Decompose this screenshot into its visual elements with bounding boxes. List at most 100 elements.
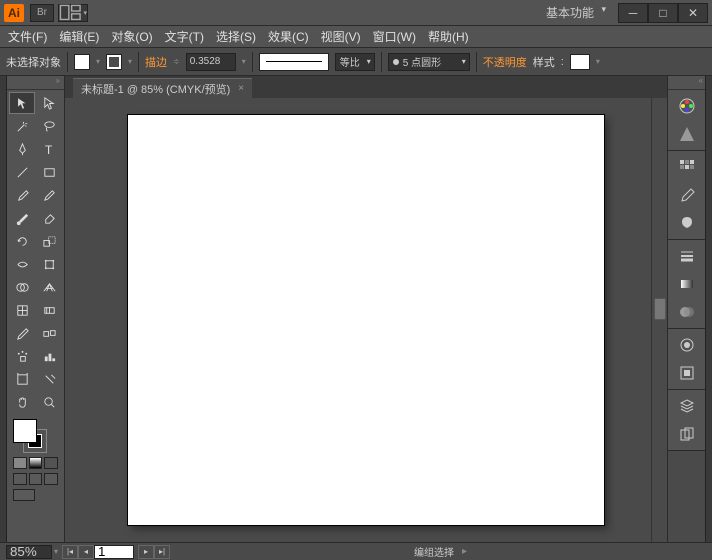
- prev-artboard-button[interactable]: ◂: [78, 545, 94, 559]
- zoom-input[interactable]: [6, 545, 52, 559]
- artboard-tool[interactable]: [9, 368, 35, 390]
- menubar: 文件(F) 编辑(E) 对象(O) 文字(T) 选择(S) 效果(C) 视图(V…: [0, 26, 712, 48]
- bridge-button[interactable]: Br: [30, 4, 54, 22]
- eyedropper-tool[interactable]: [9, 322, 35, 344]
- hand-tool[interactable]: [9, 391, 35, 413]
- menu-help[interactable]: 帮助(H): [428, 28, 469, 45]
- stroke-profile-preview[interactable]: [259, 53, 329, 71]
- slice-tool[interactable]: [36, 368, 62, 390]
- width-tool[interactable]: [9, 253, 35, 275]
- minimize-button[interactable]: ─: [618, 3, 648, 23]
- fill-swatch[interactable]: [74, 54, 90, 70]
- color-mode-btn[interactable]: [13, 457, 27, 469]
- draw-inside-btn[interactable]: [44, 473, 58, 485]
- symbol-sprayer-tool[interactable]: [9, 345, 35, 367]
- arrange-docs-button[interactable]: ▾: [58, 4, 88, 22]
- control-bar: 未选择对象 ▾ ▾ 描边 ≑ ▾ 等比 5 点圆形 不透明度 样式: ▾: [0, 48, 712, 76]
- none-mode-btn[interactable]: [44, 457, 58, 469]
- pencil-tool[interactable]: [36, 184, 62, 206]
- stroke-swatch[interactable]: [106, 54, 122, 70]
- style-label: 样式: [533, 54, 555, 70]
- appearance-panel-icon[interactable]: [670, 331, 704, 359]
- draw-normal-btn[interactable]: [13, 473, 27, 485]
- stroke-panel-icon[interactable]: [670, 242, 704, 270]
- artboard-number-input[interactable]: [94, 545, 134, 559]
- column-graph-tool[interactable]: [36, 345, 62, 367]
- transparency-panel-icon[interactable]: [670, 298, 704, 326]
- menu-file[interactable]: 文件(F): [8, 28, 47, 45]
- gradient-mode-btn[interactable]: [29, 457, 43, 469]
- status-menu-button[interactable]: ▸: [462, 546, 476, 557]
- selection-tool[interactable]: [9, 92, 35, 114]
- color-guide-panel-icon[interactable]: [670, 120, 704, 148]
- artboards-panel-icon[interactable]: [670, 420, 704, 448]
- color-panel-icon[interactable]: [670, 92, 704, 120]
- perspective-grid-tool[interactable]: [36, 276, 62, 298]
- blob-brush-tool[interactable]: [9, 207, 35, 229]
- selection-label: 未选择对象: [6, 54, 61, 70]
- last-artboard-button[interactable]: ▸|: [154, 545, 170, 559]
- blend-tool[interactable]: [36, 322, 62, 344]
- brushes-panel-icon[interactable]: [670, 181, 704, 209]
- first-artboard-button[interactable]: |◂: [62, 545, 78, 559]
- vertical-scrollbar[interactable]: [651, 98, 667, 542]
- menu-edit[interactable]: 编辑(E): [59, 28, 99, 45]
- fill-color[interactable]: [13, 419, 37, 443]
- canvas-area[interactable]: [65, 98, 667, 542]
- close-button[interactable]: ✕: [678, 3, 708, 23]
- fill-stroke-picker[interactable]: [13, 419, 47, 453]
- right-dock-edge[interactable]: [705, 76, 712, 542]
- app-logo: Ai: [4, 4, 24, 22]
- tools-panel-tab[interactable]: »: [7, 76, 64, 90]
- left-dock-edge[interactable]: [0, 76, 7, 542]
- next-artboard-button[interactable]: ▸: [138, 545, 154, 559]
- profile-dropdown[interactable]: 等比: [335, 53, 375, 71]
- mesh-tool[interactable]: [9, 299, 35, 321]
- vertical-scrollbar-thumb[interactable]: [654, 298, 666, 320]
- swatches-panel-icon[interactable]: [670, 153, 704, 181]
- stroke-weight-input[interactable]: [186, 53, 236, 71]
- menu-view[interactable]: 视图(V): [321, 28, 361, 45]
- rectangle-tool[interactable]: [36, 161, 62, 183]
- opacity-label[interactable]: 不透明度: [483, 54, 527, 70]
- rotate-tool[interactable]: [9, 230, 35, 252]
- menu-type[interactable]: 文字(T): [165, 28, 204, 45]
- tools-panel: » T: [7, 76, 65, 542]
- document-tab-close[interactable]: ×: [238, 83, 244, 94]
- brush-dropdown[interactable]: 5 点圆形: [388, 53, 470, 71]
- draw-behind-btn[interactable]: [29, 473, 43, 485]
- maximize-button[interactable]: □: [648, 3, 678, 23]
- scale-tool[interactable]: [36, 230, 62, 252]
- eraser-tool[interactable]: [36, 207, 62, 229]
- gradient-tool[interactable]: [36, 299, 62, 321]
- graphic-styles-panel-icon[interactable]: [670, 359, 704, 387]
- menu-object[interactable]: 对象(O): [111, 28, 152, 45]
- right-panel-tab[interactable]: «: [668, 76, 706, 90]
- screen-mode-btn[interactable]: [13, 489, 35, 501]
- paintbrush-tool[interactable]: [9, 184, 35, 206]
- status-bar: ▾ |◂ ◂ ▸ ▸| 编组选择 ▸: [0, 542, 712, 560]
- document-tab-title: 未标题-1 @ 85% (CMYK/预览): [81, 81, 230, 97]
- workspace-dropdown[interactable]: 基本功能: [538, 2, 610, 23]
- lasso-tool[interactable]: [36, 115, 62, 137]
- style-swatch[interactable]: [570, 54, 590, 70]
- symbols-panel-icon[interactable]: [670, 209, 704, 237]
- menu-window[interactable]: 窗口(W): [373, 28, 416, 45]
- free-transform-tool[interactable]: [36, 253, 62, 275]
- document-tab[interactable]: 未标题-1 @ 85% (CMYK/预览) ×: [73, 78, 252, 98]
- artboard[interactable]: [128, 115, 604, 525]
- shape-builder-tool[interactable]: [9, 276, 35, 298]
- menu-select[interactable]: 选择(S): [216, 28, 256, 45]
- line-tool[interactable]: [9, 161, 35, 183]
- status-mode-label: 编组选择: [406, 544, 462, 559]
- magic-wand-tool[interactable]: [9, 115, 35, 137]
- zoom-tool[interactable]: [36, 391, 62, 413]
- stroke-label[interactable]: 描边: [145, 54, 167, 70]
- direct-selection-tool[interactable]: [36, 92, 62, 114]
- pen-tool[interactable]: [9, 138, 35, 160]
- menu-effect[interactable]: 效果(C): [268, 28, 309, 45]
- gradient-panel-icon[interactable]: [670, 270, 704, 298]
- layers-panel-icon[interactable]: [670, 392, 704, 420]
- type-tool[interactable]: T: [36, 138, 62, 160]
- svg-text:T: T: [44, 143, 52, 157]
